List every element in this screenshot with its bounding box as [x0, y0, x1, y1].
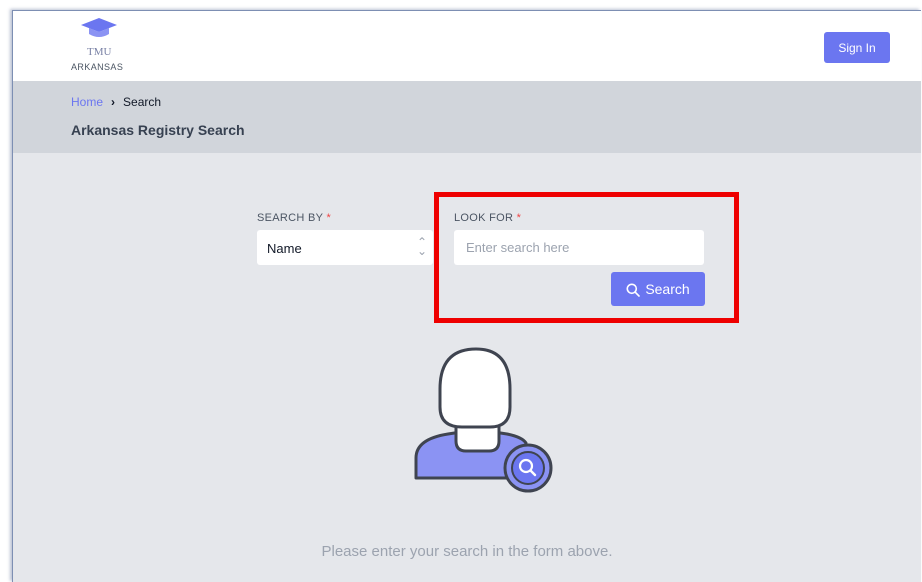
search-by-label: SEARCH BY * — [257, 212, 331, 224]
logo-subtext: ARKANSAS — [71, 62, 124, 72]
breadcrumb: Home › Search — [71, 95, 161, 109]
search-by-label-text: SEARCH BY — [257, 212, 324, 224]
highlight-box — [434, 192, 739, 323]
breadcrumb-separator: › — [111, 95, 116, 109]
page-title: Arkansas Registry Search — [71, 122, 245, 138]
breadcrumb-current: Search — [123, 95, 162, 109]
user-search-icon — [414, 347, 553, 493]
app-window: TMU ARKANSAS Sign In Home › Search Arkansa… — [12, 10, 921, 582]
sort-chevrons-icon: ⌃ ⌄ — [416, 235, 427, 258]
logo[interactable]: TMU ARKANSAS — [71, 16, 151, 78]
top-navbar: TMU ARKANSAS Sign In — [13, 11, 921, 81]
search-by-select[interactable]: Name ⌃ ⌄ — [257, 230, 433, 265]
sign-in-button[interactable]: Sign In — [824, 32, 890, 63]
logo-text: TMU — [87, 46, 112, 58]
breadcrumb-home-link[interactable]: Home — [71, 95, 103, 109]
empty-state-message: Please enter your search in the form abo… — [321, 543, 613, 560]
required-mark: * — [326, 212, 332, 224]
page-header: Home › Search Arkansas Registry Search — [13, 81, 921, 153]
graduation-cap-icon — [81, 18, 117, 37]
search-by-value: Name — [267, 241, 302, 256]
